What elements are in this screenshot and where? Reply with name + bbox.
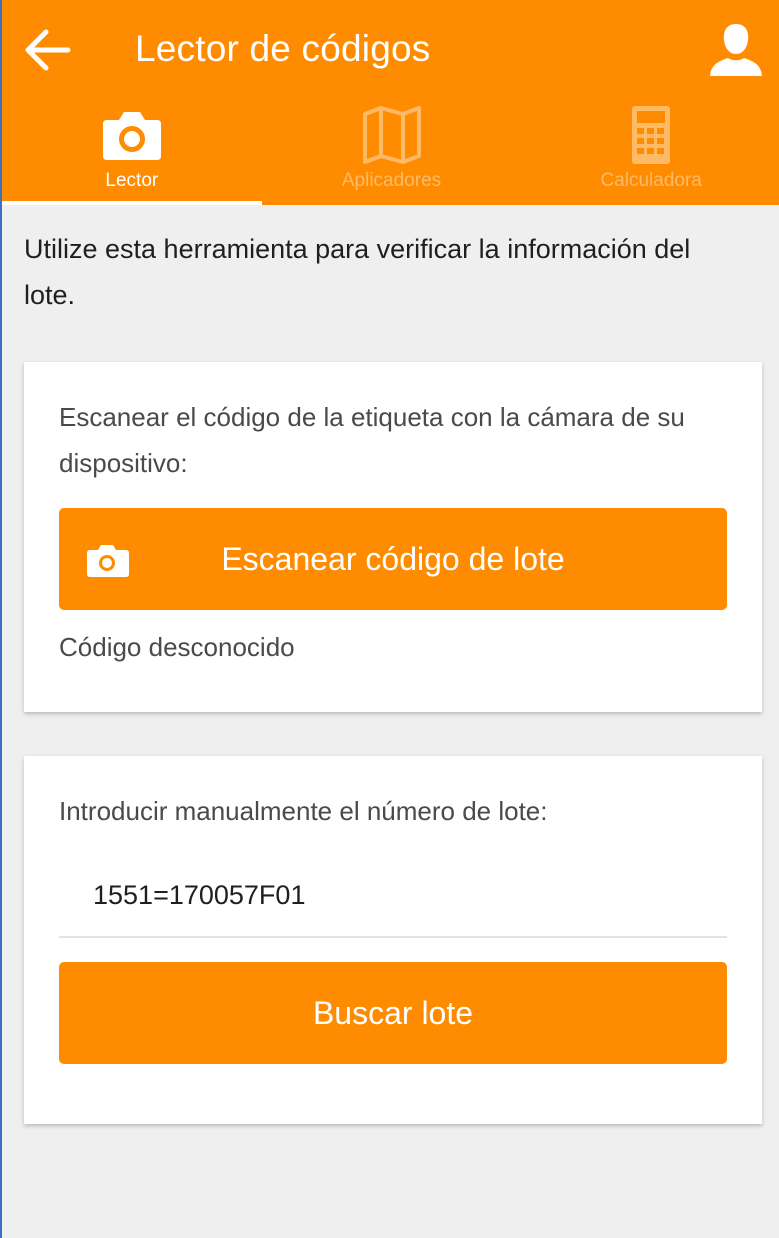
tab-calculadora[interactable]: Calculadora [521, 100, 779, 205]
tab-indicator [2, 201, 262, 205]
back-button[interactable] [20, 22, 76, 78]
calculator-icon [632, 106, 671, 164]
tab-lector-label: Lector [105, 170, 159, 191]
scan-button[interactable]: Escanear código de lote [59, 508, 727, 610]
scan-status: Código desconocido [59, 632, 295, 662]
scan-button-label: Escanear código de lote [221, 540, 565, 577]
user-icon [710, 24, 762, 76]
search-lot-button[interactable]: Buscar lote [59, 962, 727, 1064]
intro-text: Utilize esta herramienta para verificar … [24, 234, 691, 310]
page-title: Lector de códigos [135, 28, 431, 69]
search-lot-button-label: Buscar lote [312, 994, 474, 1031]
tab-lector[interactable]: Lector [2, 100, 262, 205]
arrow-left-icon [25, 29, 71, 71]
manual-entry-card: Introducir manualmente el número de lote… [24, 756, 762, 1124]
tab-bar: Lector Aplicadores Calculadora [2, 100, 779, 205]
camera-icon [102, 112, 161, 160]
tab-aplicadores[interactable]: Aplicadores [262, 100, 522, 205]
manual-instructions: Introducir manualmente el número de lote… [59, 796, 548, 826]
scan-instructions: Escanear el código de la etiqueta con la… [59, 402, 685, 478]
lot-number-input[interactable] [59, 854, 727, 938]
map-icon [362, 106, 421, 164]
profile-button[interactable] [706, 20, 766, 80]
app-screen: Lector de códigos Lector Aplicadores Cal… [0, 0, 779, 1238]
camera-icon [87, 545, 129, 577]
app-bar: Lector de códigos [2, 0, 779, 100]
tab-aplicadores-label: Aplicadores [341, 170, 442, 191]
tab-calculadora-label: Calculadora [600, 170, 702, 191]
scan-card: Escanear el código de la etiqueta con la… [24, 362, 762, 712]
